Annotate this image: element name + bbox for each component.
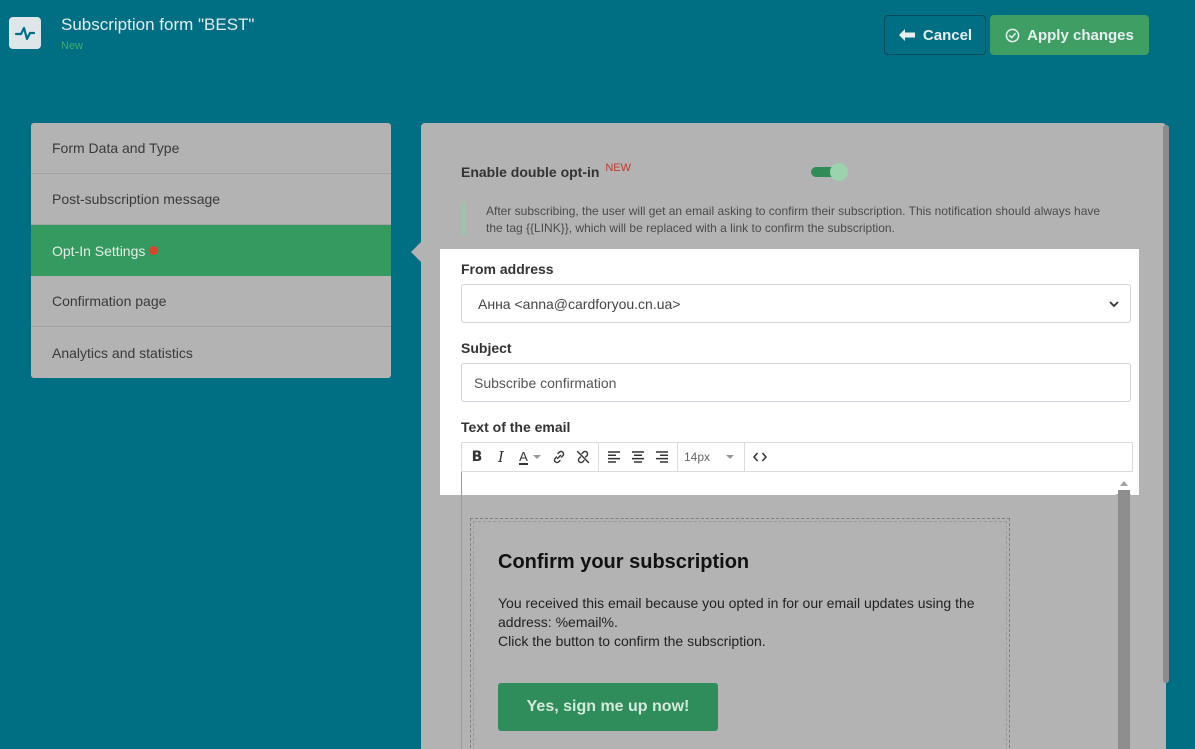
status-badge: New [61, 40, 84, 52]
double-optin-label: Enable double opt-in NEW [461, 162, 631, 180]
source-group [745, 443, 775, 471]
sidebar-item-analytics[interactable]: Analytics and statistics [31, 327, 391, 378]
apply-changes-button[interactable]: Apply changes [990, 15, 1149, 55]
email-body-line-2: Click the button to confirm the subscrip… [498, 633, 766, 649]
sidebar-item-confirmation-page[interactable]: Confirmation page [31, 276, 391, 327]
align-center-icon[interactable] [627, 446, 649, 468]
from-address-value: Анна <anna@cardforyou.cn.ua> [478, 295, 681, 312]
new-badge: NEW [605, 162, 631, 174]
toggle-knob [830, 163, 848, 181]
sidebar-item-label: Opt-In Settings [52, 242, 146, 259]
from-address-label: From address [461, 261, 554, 277]
align-group [599, 443, 678, 471]
sidebar-item-opt-in[interactable]: Opt-In Settings [31, 225, 391, 276]
caret-down-icon [532, 455, 541, 459]
apply-changes-label: Apply changes [1027, 26, 1134, 44]
subject-value: Subscribe confirmation [474, 374, 617, 391]
email-heading: Confirm your subscription [498, 551, 750, 573]
panel-pointer [411, 242, 421, 262]
editor-scrollbar-thumb[interactable] [1118, 490, 1130, 749]
editor-toolbar: B I A 14px [461, 442, 1133, 472]
email-body-line-1: You received this email because you opte… [498, 595, 975, 630]
arrow-left-icon [898, 29, 915, 41]
align-left-icon[interactable] [603, 446, 625, 468]
settings-sidebar: Form Data and Type Post-subscription mes… [31, 123, 391, 378]
link-icon[interactable] [548, 446, 570, 468]
sidebar-item-label: Analytics and statistics [52, 344, 193, 361]
page-title: Subscription form "BEST" [61, 15, 255, 34]
caret-down-icon [726, 455, 734, 459]
double-optin-toggle[interactable] [811, 163, 849, 181]
sidebar-item-label: Post-subscription message [52, 191, 221, 207]
email-body-text: You received this email because you opte… [498, 594, 988, 651]
font-size-select[interactable]: 14px [682, 450, 740, 464]
from-address-select[interactable]: Анна <anna@cardforyou.cn.ua> [461, 284, 1131, 323]
alert-dot-icon [149, 246, 159, 255]
bold-icon[interactable]: B [466, 446, 488, 468]
format-group: B I A [462, 443, 599, 471]
pulse-icon [14, 26, 36, 41]
double-optin-text: Enable double opt-in [461, 164, 600, 180]
subject-label: Subject [461, 340, 512, 356]
email-confirm-button[interactable]: Yes, sign me up now! [498, 683, 718, 731]
app-logo [9, 17, 41, 49]
subject-input[interactable]: Subscribe confirmation [461, 363, 1131, 402]
align-right-icon[interactable] [651, 446, 673, 468]
sidebar-item-label: Form Data and Type [52, 140, 180, 156]
email-text-label: Text of the email [461, 419, 571, 435]
cancel-label: Cancel [922, 26, 973, 44]
scroll-up-icon [1119, 481, 1128, 486]
unlink-icon[interactable] [572, 446, 594, 468]
chevron-down-icon [1109, 301, 1119, 308]
sidebar-item-post-subscription[interactable]: Post-subscription message [31, 174, 391, 225]
code-view-icon[interactable] [749, 446, 771, 468]
font-size-group: 14px [678, 443, 745, 471]
page-scrollbar[interactable] [1163, 125, 1169, 683]
font-size-value: 14px [684, 450, 711, 464]
text-color-icon[interactable]: A [514, 446, 546, 468]
italic-icon[interactable]: I [490, 446, 512, 468]
check-circle-icon [1005, 28, 1020, 42]
sidebar-item-label: Confirmation page [52, 293, 167, 309]
cancel-button[interactable]: Cancel [884, 15, 986, 55]
optin-note: After subscribing, the user will get an … [486, 204, 1101, 235]
note-accent-bar [461, 202, 466, 236]
sidebar-item-form-data[interactable]: Form Data and Type [31, 123, 391, 174]
